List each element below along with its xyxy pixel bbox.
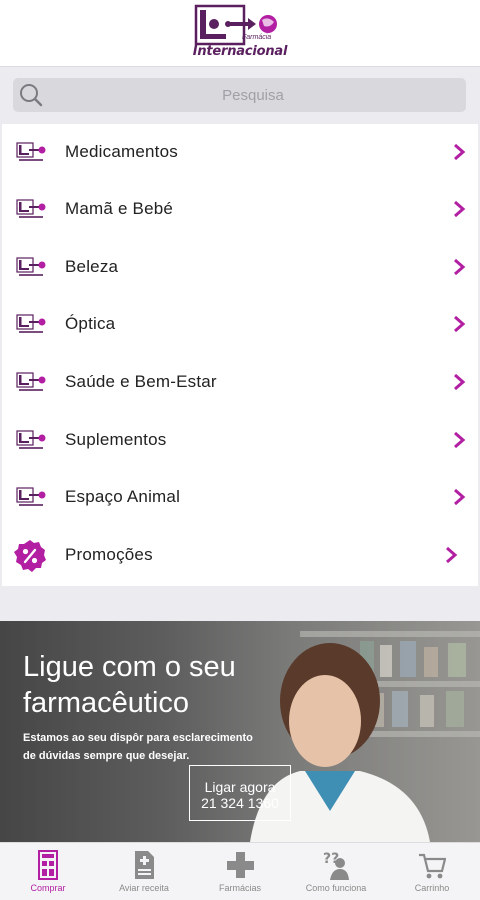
- category-item-mama-bebe[interactable]: Mamã e Bebé: [2, 181, 478, 238]
- nav-item-carrinho[interactable]: Carrinho: [384, 843, 480, 900]
- pharmacy-logo-icon: [16, 430, 46, 449]
- nav-item-farmacias[interactable]: Farmácias: [192, 843, 288, 900]
- category-item-espaco-animal[interactable]: Espaço Animal: [2, 469, 478, 526]
- banner-title-line2: farmacêutico: [23, 687, 190, 719]
- brand-logo-icon: [194, 4, 277, 46]
- nav-label: Farmácias: [218, 883, 261, 893]
- nav-label: Comprar: [30, 883, 66, 893]
- category-label: Beleza: [65, 257, 119, 276]
- chevron-right-icon: [454, 258, 466, 276]
- nav-item-comprar[interactable]: Comprar: [0, 843, 96, 900]
- category-item-medicamentos[interactable]: Medicamentos: [2, 124, 478, 181]
- nav-item-como-funciona[interactable]: ?? Como funciona: [288, 843, 384, 900]
- category-label: Saúde e Bem-Estar: [65, 372, 217, 391]
- bottom-navigation: Comprar Aviar receita Farmácias ?? Como …: [0, 842, 480, 900]
- banner-title: Ligue com o seu farmacêutico: [23, 649, 303, 721]
- category-item-promocoes[interactable]: Promoções: [2, 527, 478, 584]
- banner-title-line1: Ligue com o seu: [23, 651, 236, 683]
- pharmacy-logo-icon: [16, 487, 46, 506]
- pharmacy-logo-icon: [16, 199, 46, 218]
- category-label: Suplementos: [65, 430, 167, 449]
- chevron-right-icon: [454, 315, 466, 333]
- chevron-right-icon: [454, 488, 466, 506]
- app-header: Farmácia Internacional: [0, 0, 480, 66]
- help-person-icon: ??: [323, 851, 349, 880]
- search-bar: [0, 66, 480, 124]
- call-phone-number: 21 324 1360: [201, 795, 279, 811]
- brand-logo[interactable]: Farmácia Internacional: [190, 4, 290, 62]
- prescription-icon: [135, 851, 154, 879]
- chevron-right-icon: [454, 373, 466, 391]
- chevron-right-icon: [454, 431, 466, 449]
- search-icon: [20, 84, 43, 107]
- pharmacy-logo-icon: [16, 142, 46, 161]
- pharmacy-logo-icon: [16, 257, 46, 276]
- logo-subtitle: Farmácia: [242, 34, 272, 41]
- category-label: Espaço Animal: [65, 487, 181, 506]
- percent-badge-icon: [14, 540, 46, 572]
- category-item-saude-bem-estar[interactable]: Saúde e Bem-Estar: [2, 354, 478, 411]
- pharmacist-call-banner: Ligue com o seu farmacêutico Estamos ao …: [0, 621, 480, 842]
- category-item-beleza[interactable]: Beleza: [2, 239, 478, 296]
- category-label: Mamã e Bebé: [65, 199, 174, 218]
- category-list: Medicamentos Mamã e Bebé Beleza Óptica S…: [2, 124, 478, 586]
- nav-label: Aviar receita: [119, 883, 169, 893]
- nav-label: Carrinho: [414, 883, 450, 893]
- category-label: Óptica: [65, 314, 116, 333]
- shop-icon: [38, 850, 58, 880]
- pharmacy-logo-icon: [16, 372, 46, 391]
- search-input[interactable]: [53, 78, 453, 112]
- category-item-optica[interactable]: Óptica: [2, 296, 478, 353]
- category-label: Medicamentos: [65, 142, 178, 161]
- category-label: Promoções: [65, 545, 153, 564]
- call-now-label: Ligar agora: [204, 779, 276, 795]
- pharmacy-cross-icon: [227, 852, 254, 878]
- chevron-right-icon: [454, 143, 466, 161]
- search-field[interactable]: [13, 78, 466, 112]
- pharmacy-logo-icon: [16, 314, 46, 333]
- banner-description: Estamos ao seu dispôr para esclareciment…: [23, 732, 253, 762]
- nav-item-aviar-receita[interactable]: Aviar receita: [96, 843, 192, 900]
- nav-label: Como funciona: [305, 883, 367, 893]
- call-now-button[interactable]: Ligar agora 21 324 1360: [189, 765, 291, 821]
- logo-title: Internacional: [192, 44, 288, 59]
- cart-icon: [419, 853, 446, 879]
- category-item-suplementos[interactable]: Suplementos: [2, 412, 478, 469]
- chevron-right-icon: [446, 546, 458, 564]
- chevron-right-icon: [454, 200, 466, 218]
